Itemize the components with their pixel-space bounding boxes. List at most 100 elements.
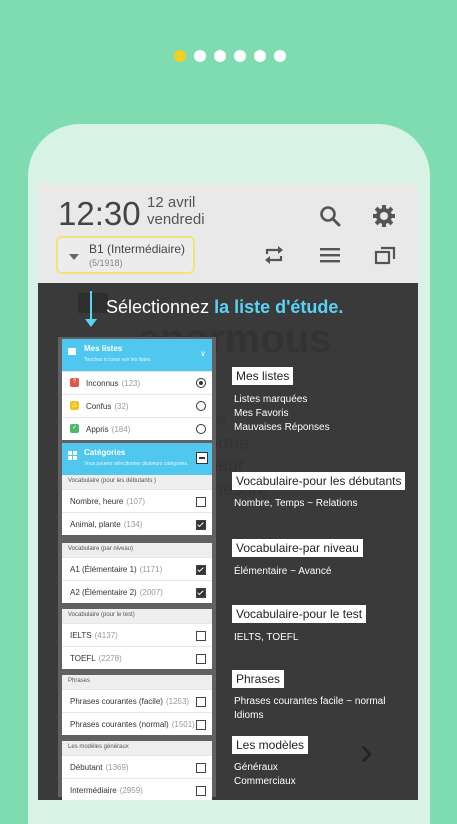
checkbox[interactable] <box>196 565 206 575</box>
callout-description: Généraux Commerciaux <box>234 761 296 789</box>
confused-badge-icon: △ <box>70 401 79 410</box>
category-label: TOEFL <box>70 654 96 663</box>
list-item-count: (32) <box>114 402 129 411</box>
level-name: B1 (Intermédiaire) <box>89 242 186 256</box>
list-item[interactable]: ? Inconnus (123) <box>62 371 212 394</box>
category-item[interactable]: Phrases courantes (normal) (1501) <box>62 712 212 735</box>
callout-line: Commerciaux <box>234 776 296 787</box>
top-bar: 12:30 12 avril vendredi B1 (Intermédiair… <box>38 183 418 283</box>
callout-line: Généraux <box>234 762 278 773</box>
callout-title: Mes listes <box>232 367 294 385</box>
checkbox[interactable] <box>196 786 206 796</box>
pointer-arrowhead <box>85 319 97 327</box>
category-label: Intermédiaire <box>70 786 117 795</box>
category-count: (2007) <box>139 588 163 597</box>
categories-title: Catégories <box>84 448 126 457</box>
category-label: Débutant <box>70 763 103 772</box>
section-header: Les modèles généraux <box>62 741 212 755</box>
category-section: Vocabulaire (pour le test) IELTS (4137) T… <box>62 609 212 669</box>
category-item[interactable]: IELTS (4137) <box>62 623 212 646</box>
level-progress: (5/1918) <box>89 258 123 268</box>
page-dot[interactable] <box>174 50 186 62</box>
page-dot[interactable] <box>274 50 286 62</box>
section-header: Vocabulaire (pour les débutants ) <box>62 475 212 489</box>
list-item-label: Inconnus <box>86 379 119 388</box>
clock-date: 12 avril <box>147 194 196 211</box>
category-label: Phrases courantes (facile) <box>70 697 163 706</box>
checkbox[interactable] <box>196 631 206 641</box>
category-count: (134) <box>123 520 143 529</box>
collapse-checkbox[interactable] <box>196 452 208 464</box>
list-item-count: (123) <box>121 379 141 388</box>
clock-time: 12:30 <box>58 195 141 232</box>
callout-line: Phrases courantes facile ~ normal <box>234 696 386 707</box>
section-header: Vocabulaire (pour le test) <box>62 609 212 623</box>
repeat-icon[interactable] <box>260 241 288 269</box>
category-item[interactable]: Nombre, heure (107) <box>62 489 212 512</box>
page-dot[interactable] <box>254 50 266 62</box>
headline-text: Sélectionnez <box>106 297 215 317</box>
callout-title: Les modèles <box>232 736 309 754</box>
page-dot[interactable] <box>214 50 226 62</box>
menu-icon[interactable] <box>316 241 344 269</box>
callout-title: Vocabulaire-pour les débutants <box>232 472 406 490</box>
category-label: A1 (Élémentaire 1) <box>70 565 137 574</box>
checkbox[interactable] <box>196 697 206 707</box>
callout-line: Idioms <box>234 710 264 721</box>
checkbox[interactable] <box>196 497 206 507</box>
callout-description: Élémentaire ~ Avancé <box>234 565 331 579</box>
level-selector[interactable]: B1 (Intermédiaire) (5/1918) <box>56 236 195 274</box>
unknown-badge-icon: ? <box>70 378 79 387</box>
section-header: Phrases <box>62 675 212 689</box>
checkbox[interactable] <box>196 763 206 773</box>
chevron-down-icon: ∨ <box>200 349 206 358</box>
radio-button[interactable] <box>196 401 206 411</box>
radio-button[interactable] <box>196 424 206 434</box>
checkbox[interactable] <box>196 588 206 598</box>
callout-line: Nombre, Temps ~ Relations <box>234 498 358 509</box>
category-count: (1253) <box>165 697 190 706</box>
windows-icon[interactable] <box>371 241 399 269</box>
page-dot[interactable] <box>234 50 246 62</box>
category-item[interactable]: A2 (Élémentaire 2) (2007) <box>62 580 212 603</box>
callout-line: Listes marquées <box>234 394 308 405</box>
callout-description: Nombre, Temps ~ Relations <box>234 497 357 511</box>
list-panel: Mes listes Touchez ici pour voir les lis… <box>58 337 216 800</box>
list-item-label: Appris <box>86 425 109 434</box>
callout-title: Vocabulaire-par niveau <box>232 539 363 557</box>
my-lists-subtitle: Touchez ici pour voir les listes. <box>84 357 152 363</box>
category-count: (1501) <box>171 720 195 729</box>
app-screen: 12:30 12 avril vendredi B1 (Intermédiair… <box>38 183 418 800</box>
gear-icon[interactable] <box>370 202 398 230</box>
search-icon[interactable] <box>316 202 344 230</box>
category-item[interactable]: Animal, plante (134) <box>62 512 212 535</box>
callout-line: IELTS, TOEFL <box>234 632 299 643</box>
page-indicator <box>174 50 286 62</box>
checkbox[interactable] <box>196 520 206 530</box>
checkbox[interactable] <box>196 720 206 730</box>
page-dot[interactable] <box>194 50 206 62</box>
category-item[interactable]: Phrases courantes (facile) (1253) <box>62 689 212 712</box>
checkbox[interactable] <box>196 654 206 664</box>
headline-highlight: la liste d'étude. <box>214 297 344 317</box>
learned-badge-icon: ✓ <box>70 424 79 433</box>
category-section: Phrases Phrases courantes (facile) (1253)… <box>62 675 212 735</box>
category-item[interactable]: Débutant (1369) <box>62 755 212 778</box>
categories-card: Catégories Vous pouvez sélectionner plus… <box>62 443 212 475</box>
category-item[interactable]: A1 (Élémentaire 1) (1171) <box>62 557 212 580</box>
tutorial-overlay: enormous Adj orme rieur mesure › Sélecti… <box>38 283 418 800</box>
list-item[interactable]: △ Confus (32) <box>62 394 212 417</box>
category-count: (4137) <box>94 631 118 640</box>
radio-button[interactable] <box>196 378 206 388</box>
category-label: Nombre, heure <box>70 497 124 506</box>
callout-description: Listes marquées Mes Favoris Mauvaises Ré… <box>234 393 330 435</box>
next-arrow-icon[interactable]: › <box>360 731 373 774</box>
callout-title: Vocabulaire-pour le test <box>232 605 367 623</box>
list-item[interactable]: ✓ Appris (184) <box>62 417 212 440</box>
my-lists-title: Mes listes <box>84 344 123 353</box>
category-item[interactable]: TOEFL (2278) <box>62 646 212 669</box>
my-lists-header[interactable]: Mes listes Touchez ici pour voir les lis… <box>62 339 212 371</box>
categories-header[interactable]: Catégories Vous pouvez sélectionner plus… <box>62 443 212 475</box>
callout-description: Phrases courantes facile ~ normal Idioms <box>234 695 385 723</box>
category-item[interactable]: Intermédiaire (2959) <box>62 778 212 800</box>
